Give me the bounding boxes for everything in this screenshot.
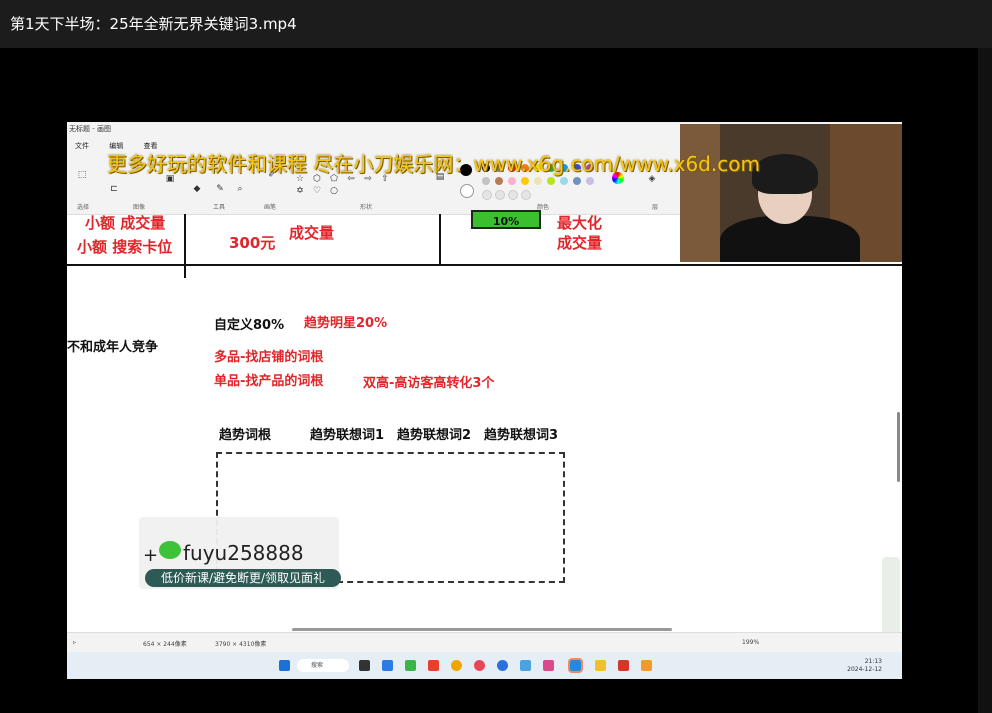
app-icon-8[interactable] (568, 658, 583, 673)
divider-mid (439, 214, 441, 266)
player-side-strip (978, 48, 992, 713)
select-icon[interactable]: ⬚ (77, 170, 87, 180)
text-maximize: 最大化 (557, 214, 603, 232)
plus-icon: + (143, 545, 159, 566)
text-custom-80: 自定义80% (214, 318, 285, 333)
divider-horizontal (67, 264, 902, 266)
shape-star6-icon[interactable]: ✡ (295, 186, 305, 196)
app-icon-6[interactable] (520, 660, 531, 671)
zoom-icon[interactable]: ⌕ (235, 184, 245, 194)
site-watermark: 更多好玩的软件和课程 尽在小刀娱乐网：www.x6g.com/www.x6d.c… (107, 152, 760, 176)
color2-swatch[interactable] (460, 184, 474, 198)
menu-file[interactable]: 文件 (75, 142, 89, 150)
app-icon-7[interactable] (543, 660, 554, 671)
windows-taskbar: 搜索 21:13 2024-12-12 (67, 652, 902, 679)
bookshelf-left (680, 124, 720, 262)
group-label-layers: 层 (652, 204, 659, 211)
text-trend-star: 趋势明星20% (304, 316, 388, 331)
swatch-empty-1[interactable] (482, 190, 492, 200)
text-right-volume: 成交量 (557, 234, 603, 252)
selection-size: 654 × 244像素 (143, 641, 187, 648)
app-icon-2[interactable] (405, 660, 416, 671)
app-icon-4[interactable] (474, 660, 485, 671)
shape-bubble-icon[interactable]: ○ (329, 186, 339, 196)
paint-statusbar: ▹ 654 × 244像素 3790 × 4310像素 199% (67, 632, 902, 653)
group-label-brushes: 画笔 (264, 204, 277, 211)
pointer-icon: ▹ (73, 639, 77, 646)
text-300: 300元 (229, 234, 276, 252)
group-label-shapes: 形状 (360, 204, 373, 211)
app-icon-1[interactable] (382, 660, 393, 671)
swatch-empty-2[interactable] (495, 190, 505, 200)
picker-icon[interactable]: ✎ (215, 184, 225, 194)
app-icon-9[interactable] (641, 660, 652, 671)
app-icon-3[interactable] (428, 660, 439, 671)
swatch-lightgray[interactable] (482, 177, 490, 185)
wps-icon[interactable] (618, 660, 629, 671)
divider-left (184, 214, 186, 278)
chrome-icon[interactable] (451, 660, 462, 671)
header-trend-assoc-3: 趋势联想词3 (484, 428, 559, 443)
header-trend-assoc-1: 趋势联想词1 (310, 428, 385, 443)
wechat-promo: + fuyu258888 低价新课/避免断更/领取见面礼 (139, 517, 341, 589)
text-single-product: 单品-找产品的词根 (214, 374, 324, 389)
vertical-scrollbar[interactable] (897, 412, 900, 482)
clock-time: 21:13 (864, 658, 882, 665)
group-label-image: 图像 (133, 204, 146, 211)
swatch-lime[interactable] (547, 177, 555, 185)
header-trend-assoc-2: 趋势联想词2 (397, 428, 472, 443)
webcam-overlay (680, 124, 902, 262)
video-title: 第1天下半场：25年全新无界关键词3.mp4 (10, 15, 297, 33)
swatch-cream[interactable] (534, 177, 542, 185)
text-multi-product: 多品-找店铺的词根 (214, 350, 324, 365)
zoom-level[interactable]: 199% (742, 639, 759, 646)
swatch-lavender[interactable] (586, 177, 594, 185)
wechat-icon (159, 541, 181, 559)
swatch-empty-4[interactable] (521, 190, 531, 200)
wechat-id: fuyu258888 (183, 541, 304, 565)
progress-bar-10: 10% (471, 210, 541, 229)
horizontal-scrollbar[interactable] (292, 628, 672, 631)
swatch-slate[interactable] (573, 177, 581, 185)
text-double-high: 双高-高访客高转化3个 (363, 376, 495, 391)
group-label-select: 选择 (77, 204, 90, 211)
video-title-bar: 第1天下半场：25年全新无界关键词3.mp4 (0, 0, 992, 48)
swatch-skyblue[interactable] (560, 177, 568, 185)
app-icon-5[interactable] (497, 660, 508, 671)
header-trend-root: 趋势词根 (219, 428, 272, 443)
clock-date: 2024-12-12 (847, 666, 882, 673)
swatch-pink[interactable] (508, 177, 516, 185)
text-no-compete: 不和成年人竞争 (67, 340, 159, 355)
presenter-hair (752, 154, 818, 194)
taskview-icon[interactable] (359, 660, 370, 671)
swatch-brown[interactable] (495, 177, 503, 185)
text-small-volume: 小额 成交量 (85, 214, 166, 232)
taskbar-clock[interactable]: 21:13 2024-12-12 (847, 658, 882, 674)
eraser-icon[interactable]: ◆ (192, 184, 202, 194)
paint-app-title: 无标题 - 画图 (69, 125, 111, 133)
shape-heart-icon[interactable]: ♡ (312, 186, 322, 196)
crop-icon[interactable]: ⊏ (109, 184, 119, 194)
text-small-search: 小额 搜索卡位 (77, 238, 173, 256)
shared-screen: 无标题 - 画图 文件 编辑 查看 ⬚ ⊏ ▣ ◆ ✎ ⌕ ✐ ☆ ⬡ ⬠ ⇦ … (67, 122, 902, 679)
folder-icon[interactable] (595, 660, 606, 671)
progress-label: 10% (492, 215, 520, 228)
promo-slogan: 低价新课/避免断更/领取见面礼 (145, 569, 341, 587)
group-label-tools: 工具 (213, 204, 226, 211)
text-mid-volume: 成交量 (289, 224, 335, 242)
swatch-empty-3[interactable] (508, 190, 518, 200)
canvas-size: 3790 × 4310像素 (215, 641, 267, 648)
swatch-gold[interactable] (521, 177, 529, 185)
start-icon[interactable] (279, 660, 290, 671)
taskbar-search[interactable]: 搜索 (297, 659, 349, 672)
